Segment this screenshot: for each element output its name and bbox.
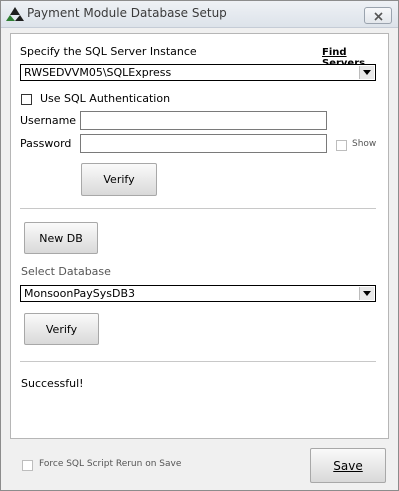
database-select[interactable]: MonsoonPaySysDB3	[20, 285, 376, 302]
save-button[interactable]: Save	[310, 448, 386, 483]
force-sql-rerun-label: Force SQL Script Rerun on Save	[39, 459, 182, 469]
app-logo-icon	[6, 6, 24, 22]
password-label: Password	[20, 137, 72, 150]
main-panel: Specify the SQL Server Instance Find Ser…	[10, 33, 389, 439]
divider	[20, 208, 376, 209]
show-password-checkbox[interactable]	[336, 140, 347, 151]
sql-server-instance-value: RWSEDVVM05\SQLExpress	[24, 66, 172, 79]
use-sql-authentication-checkbox[interactable]	[21, 94, 32, 105]
close-button[interactable]	[364, 7, 392, 24]
sql-server-instance-select[interactable]: RWSEDVVM05\SQLExpress	[20, 64, 376, 81]
verify-server-button[interactable]: Verify	[81, 163, 157, 196]
password-input[interactable]	[80, 134, 327, 153]
username-input[interactable]	[80, 111, 327, 130]
new-db-button[interactable]: New DB	[24, 222, 98, 254]
database-value: MonsoonPaySysDB3	[24, 287, 135, 300]
select-database-label: Select Database	[21, 265, 111, 278]
use-sql-authentication-label: Use SQL Authentication	[40, 92, 171, 105]
username-label: Username	[20, 114, 77, 127]
status-message: Successful!	[21, 377, 84, 390]
save-button-label: Save	[333, 458, 363, 473]
sql-server-instance-label: Specify the SQL Server Instance	[20, 45, 197, 58]
divider	[20, 361, 376, 362]
close-icon	[373, 6, 383, 25]
verify-database-button[interactable]: Verify	[24, 313, 99, 345]
chevron-down-icon[interactable]	[359, 66, 374, 79]
setup-window: Payment Module Database Setup Specify th…	[0, 0, 399, 491]
show-password-label: Show	[352, 139, 377, 149]
title-bar: Payment Module Database Setup	[1, 1, 398, 28]
force-sql-rerun-checkbox[interactable]	[22, 460, 33, 471]
window-title: Payment Module Database Setup	[27, 6, 227, 20]
chevron-down-icon[interactable]	[359, 287, 374, 300]
